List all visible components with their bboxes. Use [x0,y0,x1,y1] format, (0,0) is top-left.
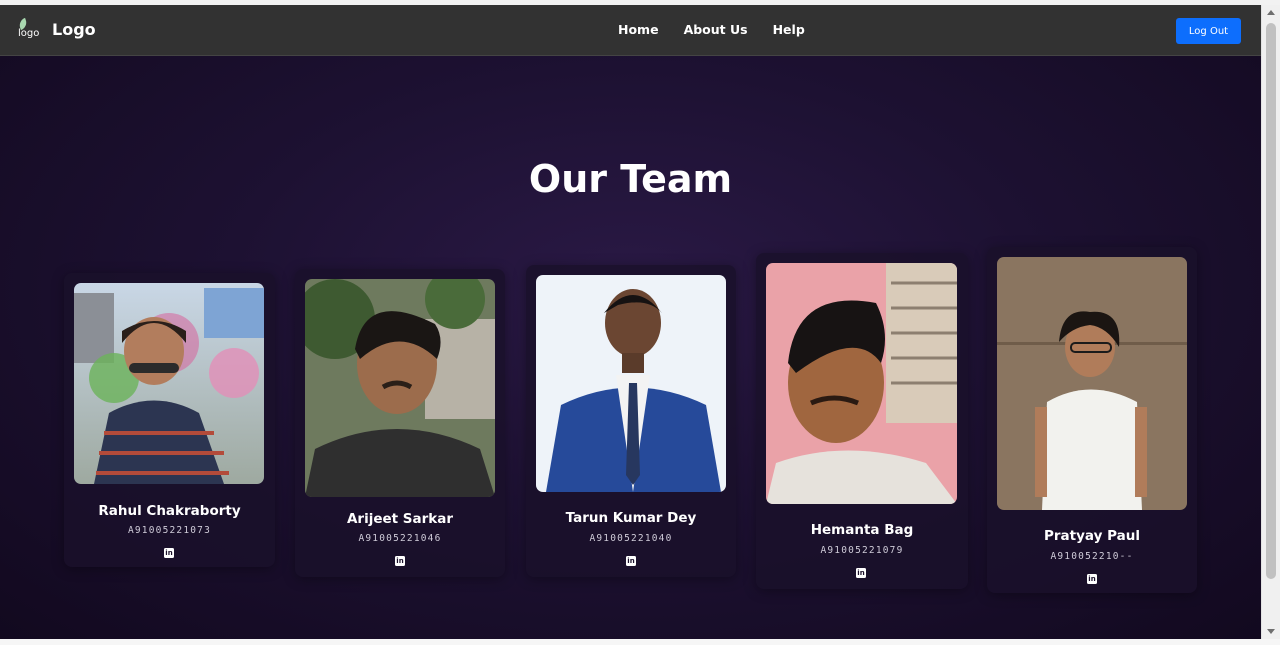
nav-link-home[interactable]: Home [618,22,659,37]
linkedin-icon[interactable]: in [395,556,405,566]
member-name: Tarun Kumar Dey [565,510,697,526]
team-card: Hemanta Bag A91005221079 in [756,253,968,589]
member-id: A91005221073 [127,525,212,536]
team-card: Pratyay Paul A910052210-- in [987,247,1197,593]
linkedin-icon[interactable]: in [856,568,866,578]
team-card: Tarun Kumar Dey A91005221040 in [526,265,736,577]
team-card: Rahul Chakraborty A91005221073 in [64,273,275,567]
member-photo [74,283,264,484]
member-photo [536,275,726,492]
member-id: A91005221046 [358,533,442,544]
navbar: logo Logo Home About Us Help Log Out [0,5,1261,56]
linkedin-icon[interactable]: in [164,548,174,558]
nav-link-about-us[interactable]: About Us [684,22,748,37]
member-name: Pratyay Paul [1044,528,1140,544]
nav-link-help[interactable]: Help [773,22,805,37]
logo-icon[interactable]: logo [17,17,44,43]
logo-icon-text: logo [18,28,40,39]
logout-button[interactable]: Log Out [1176,18,1241,44]
scrollbar-thumb[interactable] [1266,23,1276,579]
page-viewport: logo Logo Home About Us Help Log Out Our… [0,5,1261,639]
member-photo [766,263,957,504]
nav-links: Home About Us Help [618,22,805,37]
member-name: Rahul Chakraborty [98,503,241,519]
member-id: A910052210-- [1050,551,1134,562]
scroll-up-icon[interactable] [1267,10,1275,15]
vertical-scrollbar[interactable] [1261,5,1280,639]
member-photo [305,279,495,497]
page-title: Our Team [528,157,733,201]
member-photo [997,257,1187,510]
member-name: Hemanta Bag [810,522,914,538]
linkedin-icon[interactable]: in [1087,574,1097,584]
brand-name[interactable]: Logo [52,20,96,39]
scroll-down-icon[interactable] [1267,629,1275,634]
bottom-edge [0,639,1280,645]
member-id: A91005221079 [820,545,904,556]
linkedin-icon[interactable]: in [626,556,636,566]
member-name: Arijeet Sarkar [346,511,454,527]
team-card: Arijeet Sarkar A91005221046 in [295,269,505,577]
member-id: A91005221040 [589,533,673,544]
